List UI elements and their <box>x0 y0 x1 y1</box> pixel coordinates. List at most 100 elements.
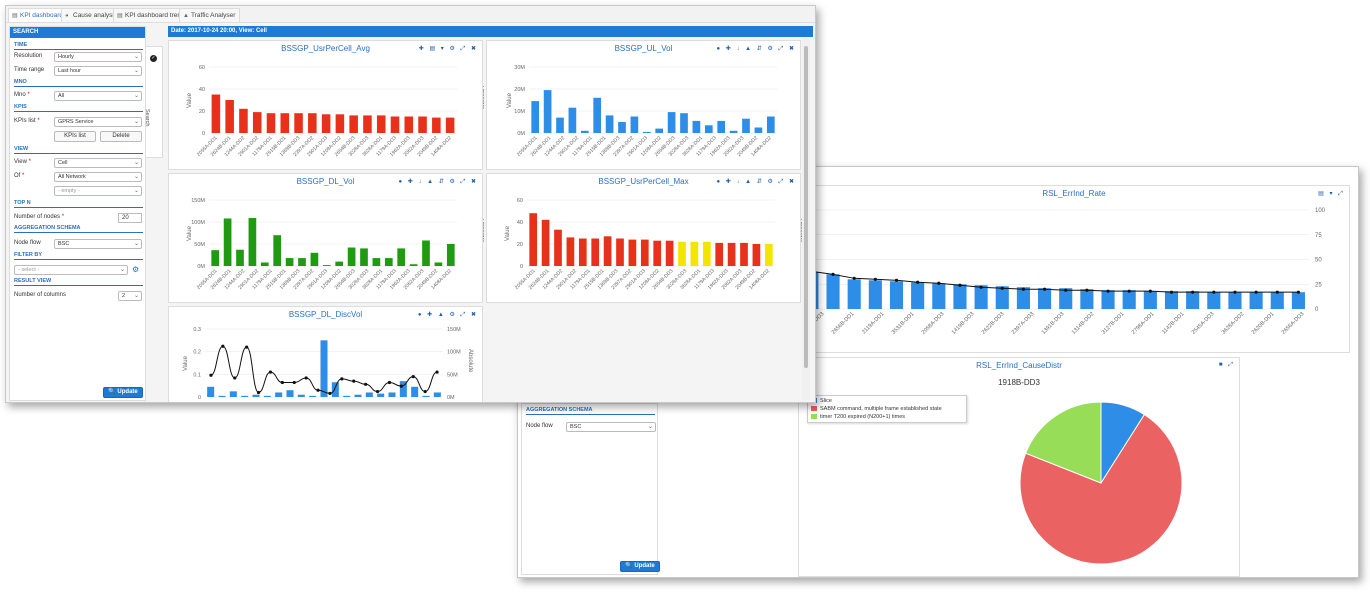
y-tick-label: 0.3 <box>193 327 201 333</box>
chart-bar <box>630 116 639 133</box>
delete-button[interactable]: Delete <box>100 131 142 142</box>
chart-bar <box>321 114 331 133</box>
series-point <box>387 380 392 385</box>
info-icon[interactable]: ✓ <box>150 55 157 62</box>
resolution-select[interactable]: Hourly ⌄ <box>54 52 142 62</box>
chart-bar <box>1164 291 1179 309</box>
update-button[interactable]: 🔍 Update <box>620 561 660 572</box>
chart-bar <box>1038 288 1052 309</box>
gear-icon[interactable]: ⚙ <box>132 265 139 275</box>
series-point <box>280 380 284 385</box>
y-tick-label: 50M <box>194 242 205 248</box>
vertical-scrollbar[interactable] <box>802 38 810 400</box>
chart-bar <box>360 248 368 266</box>
series-point <box>292 380 296 385</box>
number-of-columns-select[interactable]: 2 ⌄ <box>118 291 142 301</box>
chart-rsl-errind-causedistr <box>1019 401 1183 565</box>
y-tick-label: 0 <box>198 395 201 401</box>
chevron-down-icon: ⌄ <box>133 93 139 99</box>
y-tick-label: 0.2 <box>193 350 201 356</box>
chart-bar <box>541 219 550 266</box>
tab-bar: ▤ KPI dashboard ◕ Cause analysis ▤ KPI dash… <box>6 6 815 23</box>
x-tick-label: 2656A-DD3 <box>1281 311 1306 336</box>
chart-bssgp-dl-vol: 0M50M100M150MValue Absolute2055A-DD12624B… <box>187 198 484 291</box>
y2-tick-label: 50M <box>447 372 458 378</box>
update-button[interactable]: 🔍 Update <box>103 387 143 398</box>
mno-select[interactable]: All ⌄ <box>54 91 142 101</box>
chart-bar <box>868 280 882 309</box>
chart-bar <box>953 284 967 309</box>
chart-bar <box>347 247 356 266</box>
chart-bar <box>580 130 589 133</box>
of-sub-select[interactable]: - empty - ⌄ <box>54 186 142 196</box>
y-tick-label: 30M <box>514 65 525 71</box>
y-axis-label: Value <box>187 225 193 241</box>
chart-bar <box>667 112 676 133</box>
chart-bar <box>252 394 260 397</box>
time-range-select[interactable]: Last hour ⌄ <box>54 66 142 76</box>
chart-bar <box>446 244 455 266</box>
chart-bar <box>236 249 244 266</box>
chart-bar <box>1207 292 1221 309</box>
chart-bar <box>680 113 688 133</box>
chart-bar <box>764 244 773 266</box>
panel-rsl-errind-rate: RSL_ErrInd_Rate ▤ ▾ ⤢ 02550751002026B-DD… <box>798 185 1350 353</box>
node-flow-label: Node flow <box>14 240 41 246</box>
chart-bar <box>322 265 331 266</box>
number-of-nodes-label: Number of nodes * <box>14 214 65 220</box>
y2-tick-label: 150M <box>447 327 461 333</box>
y-tick-label: 20M <box>514 87 525 93</box>
x-tick-label: 2798A-DD1 <box>1131 311 1156 336</box>
series-point <box>1127 289 1131 293</box>
number-of-nodes-input[interactable]: 20 <box>118 213 142 223</box>
kpis-list-button[interactable]: KPIs list <box>54 131 96 142</box>
chart-bar <box>285 258 294 266</box>
view-select[interactable]: Cell ⌄ <box>54 158 142 168</box>
chart-bar <box>308 113 317 133</box>
series-point <box>375 389 380 394</box>
series-point <box>1212 290 1216 294</box>
chart-bar <box>263 395 271 397</box>
tab-traffic-analyser[interactable]: ▲ Traffic Analyser <box>179 8 241 22</box>
chart-bar <box>754 127 763 133</box>
chart-bar <box>252 112 262 133</box>
series-point <box>364 382 368 386</box>
node-flow-select[interactable]: BSC ⌄ <box>54 239 142 249</box>
chevron-down-icon: ⌄ <box>133 119 139 125</box>
series-point <box>916 280 920 284</box>
panel-bssgp-dl-discvol: BSSGP_DL_DiscVol ● ✚ ▲ ⚙ ⤢ ✖ 0 0.1 0.2 0.3 0… <box>168 306 483 402</box>
chart-bar <box>593 97 602 133</box>
node-flow-select[interactable]: BSC ⌄ <box>566 422 656 432</box>
chart-bar <box>433 392 441 397</box>
scrollbar-thumb[interactable] <box>804 46 808 368</box>
chart-bar <box>717 120 726 133</box>
x-tick-label: 1419B-DD3 <box>951 311 976 336</box>
chart-bar <box>1228 292 1242 309</box>
of-select[interactable]: All Network ⌄ <box>54 172 142 182</box>
chart-bar <box>642 131 651 133</box>
chart-bar <box>273 235 282 266</box>
series-point <box>328 391 332 395</box>
series-point <box>399 384 403 388</box>
chevron-down-icon: ⌄ <box>133 54 139 60</box>
filter-select[interactable]: - select - ⌄ <box>14 265 128 275</box>
tab-kpi-dashboard[interactable]: ▤ KPI dashboard <box>8 8 69 22</box>
chart-bar <box>409 264 418 266</box>
chart-bar <box>605 115 614 133</box>
chart-bssgp-ul-vol: 0M10M20M30MValueAbsolute2055A-DD12624B-D… <box>507 65 802 158</box>
search-toggle-tab[interactable]: ✓ Search <box>144 46 163 158</box>
chart-bar <box>335 114 345 133</box>
chart-bar <box>335 261 344 266</box>
chart-bar <box>211 94 221 133</box>
series-point <box>1021 287 1026 291</box>
x-tick-label: 2656B-DD1 <box>831 311 856 336</box>
chart-bar <box>1186 291 1200 309</box>
x-tick-label: 2545A-DD3 <box>1191 311 1216 336</box>
chart-bar <box>349 115 358 133</box>
chart-bar <box>640 239 649 266</box>
kpis-list-select[interactable]: GPRS Service ⌄ <box>54 117 142 127</box>
chevron-down-icon: ⌄ <box>133 160 139 166</box>
chart-bar <box>207 386 215 397</box>
chart-bar <box>655 128 664 133</box>
chart-bar <box>692 120 701 133</box>
